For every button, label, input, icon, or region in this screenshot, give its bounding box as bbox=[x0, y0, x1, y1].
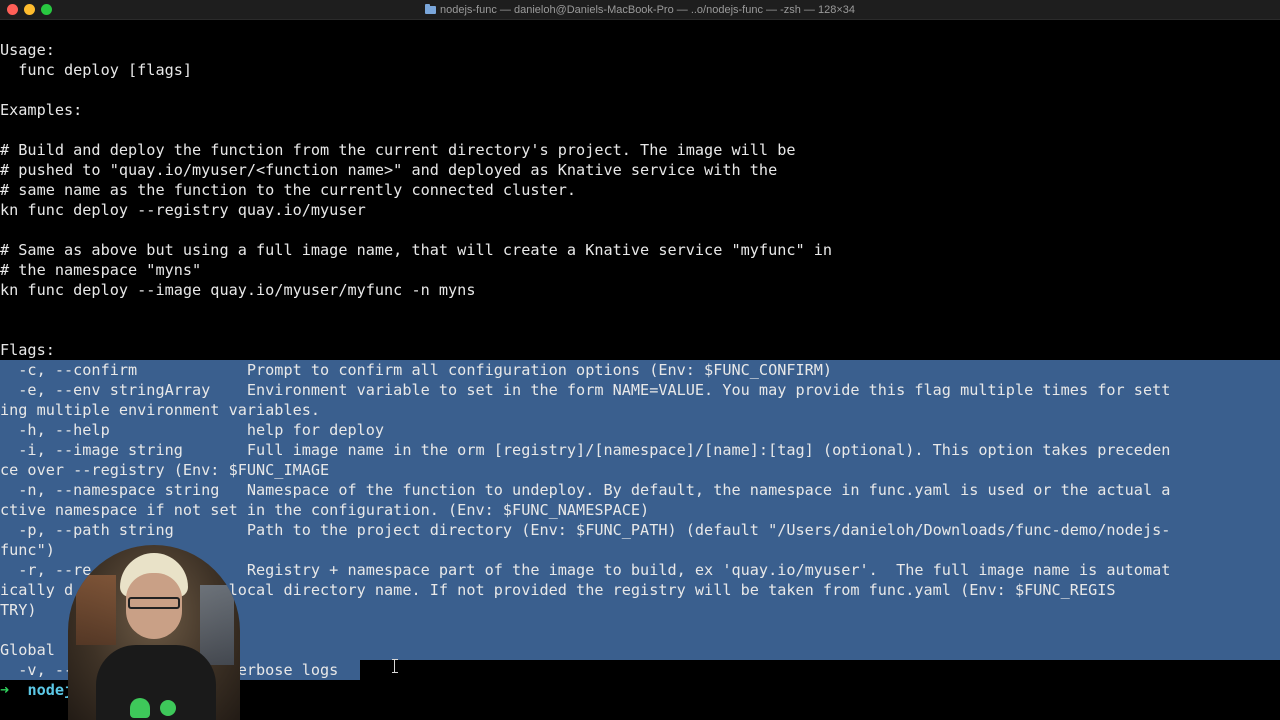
terminal-line: kn func deploy --registry quay.io/myuser bbox=[0, 201, 366, 219]
terminal-line: Flags: bbox=[0, 341, 55, 359]
terminal-line: Usage: bbox=[0, 41, 55, 59]
window-title-group: nodejs-func — danieloh@Daniels-MacBook-P… bbox=[424, 3, 855, 16]
terminal-line: ing multiple environment variables. bbox=[0, 401, 321, 419]
terminal-line: func") bbox=[0, 541, 55, 559]
terminal-line: ce over --registry (Env: $FUNC_IMAGE bbox=[0, 461, 330, 479]
close-button[interactable] bbox=[7, 4, 18, 15]
terminal-line: -p, --path string Path to the project di… bbox=[0, 521, 1171, 539]
terminal-line: # Same as above but using a full image n… bbox=[0, 241, 833, 259]
terminal-line: # pushed to "quay.io/myuser/<function na… bbox=[0, 161, 778, 179]
terminal-line: func deploy [flags] bbox=[0, 61, 193, 79]
title-bar: nodejs-func — danieloh@Daniels-MacBook-P… bbox=[0, 0, 1280, 20]
minimize-button[interactable] bbox=[24, 4, 35, 15]
terminal-line: # the namespace "myns" bbox=[0, 261, 202, 279]
status-icons bbox=[130, 698, 176, 718]
ibeam-cursor-icon bbox=[392, 659, 398, 673]
webcam-overlay bbox=[68, 545, 240, 720]
green-status-icon bbox=[130, 698, 150, 718]
terminal-line: Examples: bbox=[0, 101, 83, 119]
prompt-arrow-icon: ➜ bbox=[0, 681, 10, 699]
terminal-line: -i, --image string Full image name in th… bbox=[0, 441, 1171, 459]
window-controls bbox=[7, 4, 52, 15]
terminal-line: -h, --help help for deploy bbox=[0, 421, 385, 439]
window-title: nodejs-func — danieloh@Daniels-MacBook-P… bbox=[439, 3, 855, 16]
terminal-line: -n, --namespace string Namespace of the … bbox=[0, 481, 1171, 499]
terminal-line: TRY) bbox=[0, 601, 37, 619]
folder-icon bbox=[424, 3, 436, 14]
terminal-line: # Build and deploy the function from the… bbox=[0, 141, 796, 159]
terminal-line: -c, --confirm Prompt to confirm all conf… bbox=[0, 361, 833, 379]
terminal-line: kn func deploy --image quay.io/myuser/my… bbox=[0, 281, 476, 299]
terminal-line: -e, --env stringArray Environment variab… bbox=[0, 381, 1171, 399]
user-status-icon bbox=[160, 700, 176, 716]
terminal-line: Global bbox=[0, 641, 55, 659]
terminal-line: # same name as the function to the curre… bbox=[0, 181, 577, 199]
terminal-line: ctive namespace if not set in the config… bbox=[0, 501, 650, 519]
zoom-button[interactable] bbox=[41, 4, 52, 15]
